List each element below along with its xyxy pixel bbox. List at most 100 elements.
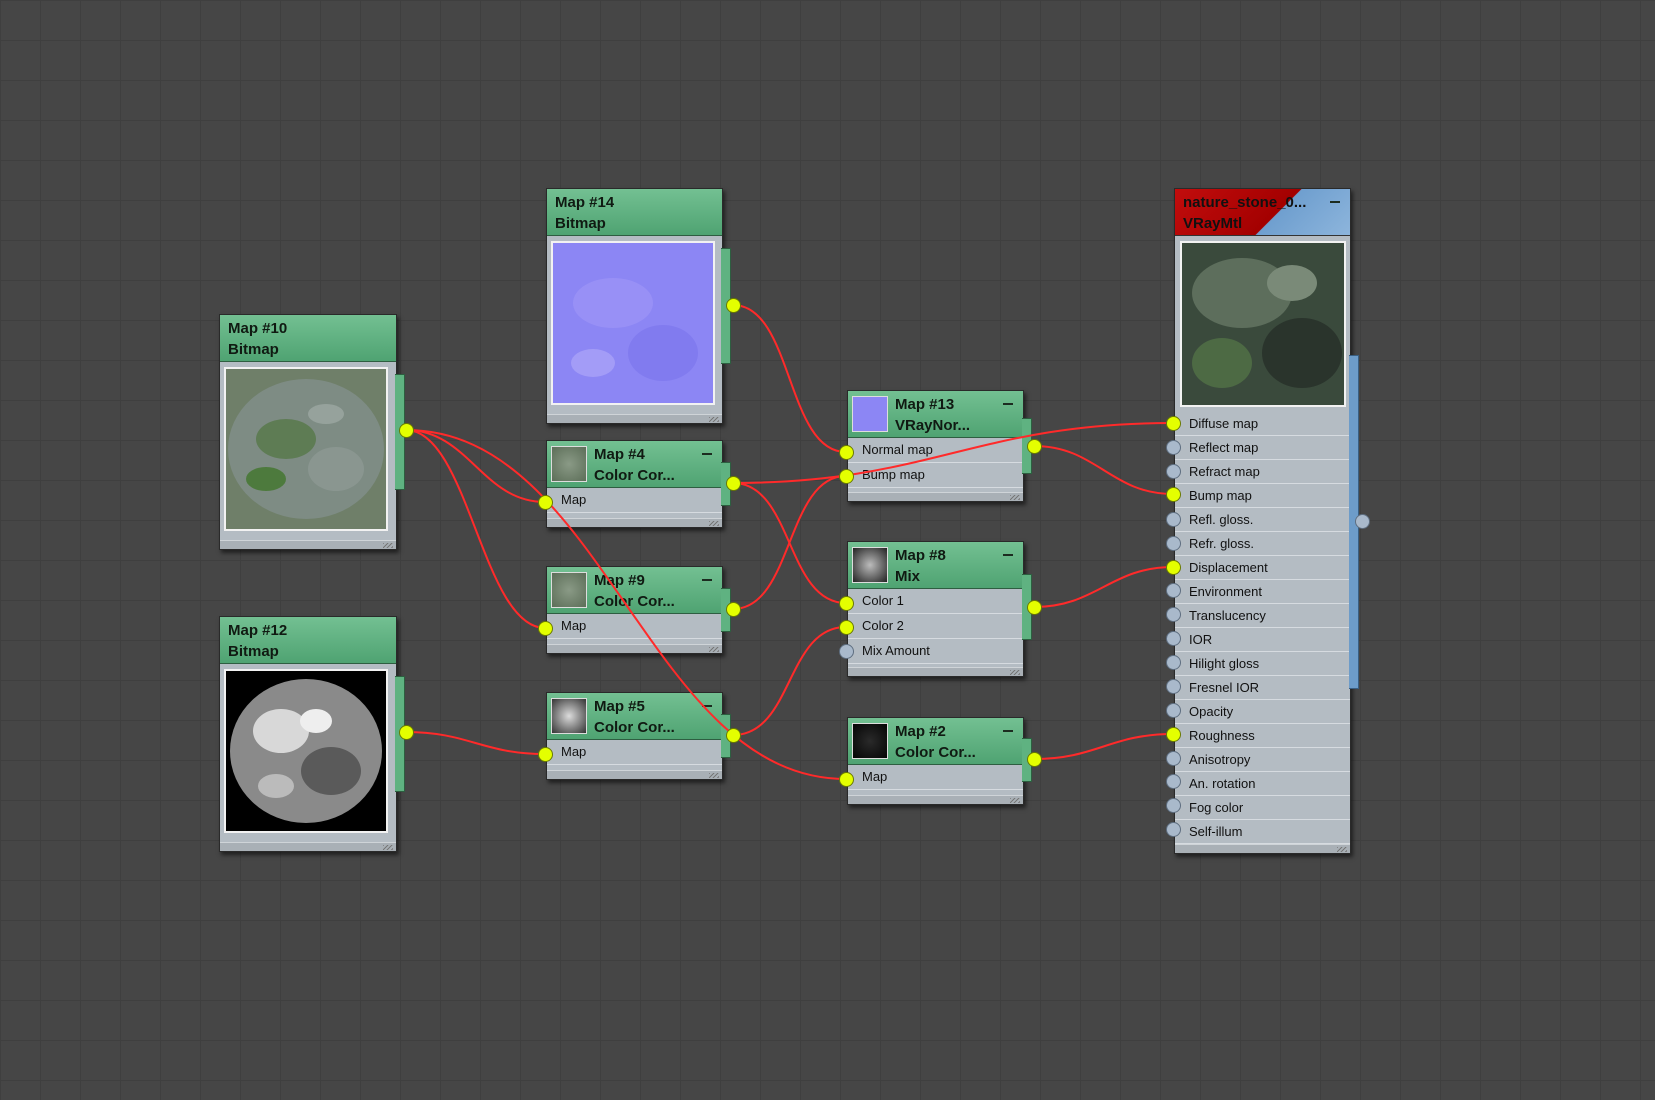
slot-map[interactable]: Map [547,488,722,513]
slot-bump-map[interactable]: Bump map [848,463,1023,488]
input-port[interactable] [1165,726,1181,742]
output-port[interactable] [1026,599,1042,615]
material-slot-roughness[interactable]: Roughness [1175,724,1350,748]
material-slot-an-rotation[interactable]: An. rotation [1175,772,1350,796]
input-port[interactable] [1165,463,1181,479]
connection-wire[interactable] [1033,733,1174,760]
collapse-icon[interactable] [1003,403,1013,405]
node-header[interactable]: Map #10 Bitmap [220,315,396,362]
node-header[interactable]: Map #5 Color Cor... [547,693,722,740]
connection-wire[interactable] [732,482,847,604]
input-port[interactable] [1165,773,1181,789]
input-port[interactable] [537,620,553,636]
material-slot-self-illum[interactable]: Self-illum [1175,820,1350,844]
node-header[interactable]: Map #13 VRayNor... [848,391,1023,438]
input-port[interactable] [1165,511,1181,527]
material-slot-fog-color[interactable]: Fog color [1175,796,1350,820]
material-slot-opacity[interactable]: Opacity [1175,700,1350,724]
collapse-icon[interactable] [702,705,712,707]
slot-mix-amount[interactable]: Mix Amount [848,639,1023,664]
collapse-icon[interactable] [1003,730,1013,732]
material-slot-environment[interactable]: Environment [1175,580,1350,604]
output-port[interactable] [1354,513,1370,529]
node-map13[interactable]: Map #13 VRayNor... Normal map Bump map [847,390,1024,502]
node-header[interactable]: Map #12 Bitmap [220,617,396,664]
connection-wire[interactable] [405,731,546,755]
input-port[interactable] [1165,678,1181,694]
input-port[interactable] [1165,654,1181,670]
slot-map[interactable]: Map [547,740,722,765]
input-port[interactable] [838,771,854,787]
input-port[interactable] [1165,439,1181,455]
connection-wire[interactable] [732,626,847,736]
node-map14[interactable]: Map #14 Bitmap [546,188,723,424]
output-port[interactable] [1026,751,1042,767]
collapse-icon[interactable] [1330,201,1340,203]
material-header[interactable]: nature_stone_0... VRayMtl [1175,189,1350,236]
input-port[interactable] [1165,821,1181,837]
output-port[interactable] [725,475,741,491]
output-port[interactable] [398,724,414,740]
input-port[interactable] [838,468,854,484]
input-port[interactable] [838,619,854,635]
node-map9[interactable]: Map #9 Color Cor... Map [546,566,723,654]
material-slot-anisotropy[interactable]: Anisotropy [1175,748,1350,772]
output-port[interactable] [725,297,741,313]
node-map8[interactable]: Map #8 Mix Color 1 Color 2 Mix Amount [847,541,1024,677]
input-port[interactable] [1165,630,1181,646]
collapse-icon[interactable] [702,453,712,455]
connection-wire[interactable] [405,429,546,503]
slot-normal-map[interactable]: Normal map [848,438,1023,463]
node-map10[interactable]: Map #10 Bitmap [219,314,397,550]
node-map2[interactable]: Map #2 Color Cor... Map [847,717,1024,805]
input-port[interactable] [838,643,854,659]
input-port[interactable] [1165,486,1181,502]
node-map5[interactable]: Map #5 Color Cor... Map [546,692,723,780]
input-port[interactable] [537,494,553,510]
input-port[interactable] [1165,535,1181,551]
material-slot-refr-gloss[interactable]: Refr. gloss. [1175,532,1350,556]
node-header[interactable]: Map #9 Color Cor... [547,567,722,614]
slot-map[interactable]: Map [848,765,1023,790]
collapse-icon[interactable] [1003,554,1013,556]
material-slot-refl-gloss[interactable]: Refl. gloss. [1175,508,1350,532]
output-port[interactable] [1026,438,1042,454]
connection-wire[interactable] [405,429,546,629]
input-port[interactable] [1165,415,1181,431]
material-slot-translucency[interactable]: Translucency [1175,604,1350,628]
node-header[interactable]: Map #4 Color Cor... [547,441,722,488]
material-slot-hilight-gloss[interactable]: Hilight gloss [1175,652,1350,676]
connection-wire[interactable] [732,304,847,453]
output-port[interactable] [725,601,741,617]
material-slot-refract-map[interactable]: Refract map [1175,460,1350,484]
connection-wire[interactable] [1033,445,1174,495]
material-slot-reflect-map[interactable]: Reflect map [1175,436,1350,460]
node-header[interactable]: Map #2 Color Cor... [848,718,1023,765]
node-material[interactable]: nature_stone_0... VRayMtl Diffuse map Ref… [1174,188,1351,854]
input-port[interactable] [537,746,553,762]
material-slot-diffuse-map[interactable]: Diffuse map [1175,412,1350,436]
input-port[interactable] [1165,582,1181,598]
material-slot-ior[interactable]: IOR [1175,628,1350,652]
slot-color1[interactable]: Color 1 [848,589,1023,614]
input-port[interactable] [838,595,854,611]
node-header[interactable]: Map #14 Bitmap [547,189,722,236]
connection-wire[interactable] [1033,566,1174,608]
collapse-icon[interactable] [702,579,712,581]
material-slot-fresnel-ior[interactable]: Fresnel IOR [1175,676,1350,700]
input-port[interactable] [1165,606,1181,622]
output-port[interactable] [725,727,741,743]
node-map4[interactable]: Map #4 Color Cor... Map [546,440,723,528]
input-port[interactable] [1165,797,1181,813]
input-port[interactable] [1165,702,1181,718]
material-slot-bump-map[interactable]: Bump map [1175,484,1350,508]
slot-color2[interactable]: Color 2 [848,614,1023,639]
slot-map[interactable]: Map [547,614,722,639]
input-port[interactable] [1165,559,1181,575]
input-port[interactable] [1165,750,1181,766]
input-port[interactable] [838,444,854,460]
output-port[interactable] [398,422,414,438]
node-header[interactable]: Map #8 Mix [848,542,1023,589]
connection-wire[interactable] [732,475,847,610]
material-slot-displacement[interactable]: Displacement [1175,556,1350,580]
